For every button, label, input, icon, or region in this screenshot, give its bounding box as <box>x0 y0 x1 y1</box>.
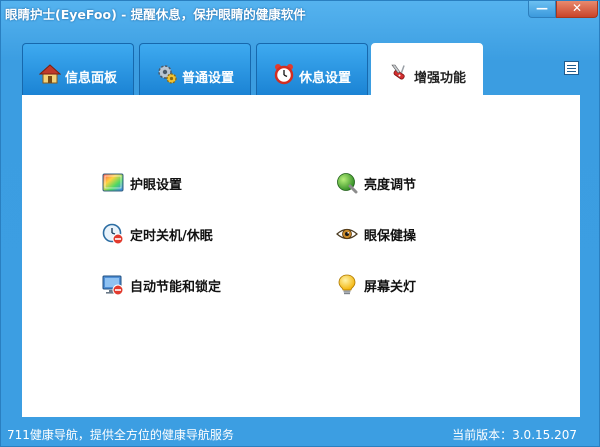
tab-rest-settings[interactable]: 休息设置 <box>256 43 368 95</box>
tab-enhanced-features[interactable]: 增强功能 <box>371 43 483 96</box>
feature-timed-shutdown[interactable]: 定时关机/休眠 <box>102 222 213 246</box>
feature-label: 自动节能和锁定 <box>130 279 222 295</box>
feature-eye-settings[interactable]: 护眼设置 <box>102 171 182 195</box>
tab-label: 增强功能 <box>414 71 467 86</box>
brightness-knob-icon <box>336 172 358 194</box>
feature-screen-off[interactable]: 屏幕关灯 <box>336 273 416 297</box>
eye-icon <box>336 223 358 245</box>
tab-label: 信息面板 <box>65 71 118 86</box>
house-icon <box>38 63 62 85</box>
content-panel: 护眼设置 定时关机/休眠 自动节能和锁定 亮度调节 眼保健操 屏幕关灯 <box>22 95 580 417</box>
feature-label: 屏幕关灯 <box>364 279 417 295</box>
gear-icon <box>156 63 178 85</box>
minimize-button[interactable]: — <box>528 1 556 18</box>
health-nav-link[interactable]: 711健康导航，提供全方位的健康导航服务 <box>7 426 234 443</box>
alarm-clock-icon <box>273 63 295 85</box>
tab-label: 休息设置 <box>299 71 352 86</box>
title-bar[interactable]: 眼睛护士(EyeFoo) - 提醒休息，保护眼睛的健康软件 — ✕ <box>1 1 600 23</box>
window-title: 眼睛护士(EyeFoo) - 提醒休息，保护眼睛的健康软件 <box>5 7 306 22</box>
feature-label: 定时关机/休眠 <box>130 228 213 244</box>
eye-settings-icon <box>102 172 124 194</box>
tab-info-panel[interactable]: 信息面板 <box>22 43 134 95</box>
timer-shutdown-icon <box>102 223 124 245</box>
monitor-lock-icon <box>102 274 124 296</box>
version-label: 当前版本：3.0.15.207 <box>452 428 577 442</box>
feature-label: 护眼设置 <box>130 177 183 193</box>
feature-auto-save-lock[interactable]: 自动节能和锁定 <box>102 273 221 297</box>
feature-eye-exercise[interactable]: 眼保健操 <box>336 222 416 246</box>
feature-label: 亮度调节 <box>364 177 417 193</box>
tab-general-settings[interactable]: 普通设置 <box>139 43 251 95</box>
tab-label: 普通设置 <box>182 71 235 86</box>
swiss-knife-icon <box>388 63 410 85</box>
feature-brightness[interactable]: 亮度调节 <box>336 171 416 195</box>
close-button[interactable]: ✕ <box>556 1 598 18</box>
app-window: 眼睛护士(EyeFoo) - 提醒休息，保护眼睛的健康软件 — ✕ 信息面板 普… <box>0 0 600 447</box>
feature-label: 眼保健操 <box>364 228 417 244</box>
menu-icon[interactable] <box>564 61 579 75</box>
lightbulb-icon <box>336 274 358 296</box>
